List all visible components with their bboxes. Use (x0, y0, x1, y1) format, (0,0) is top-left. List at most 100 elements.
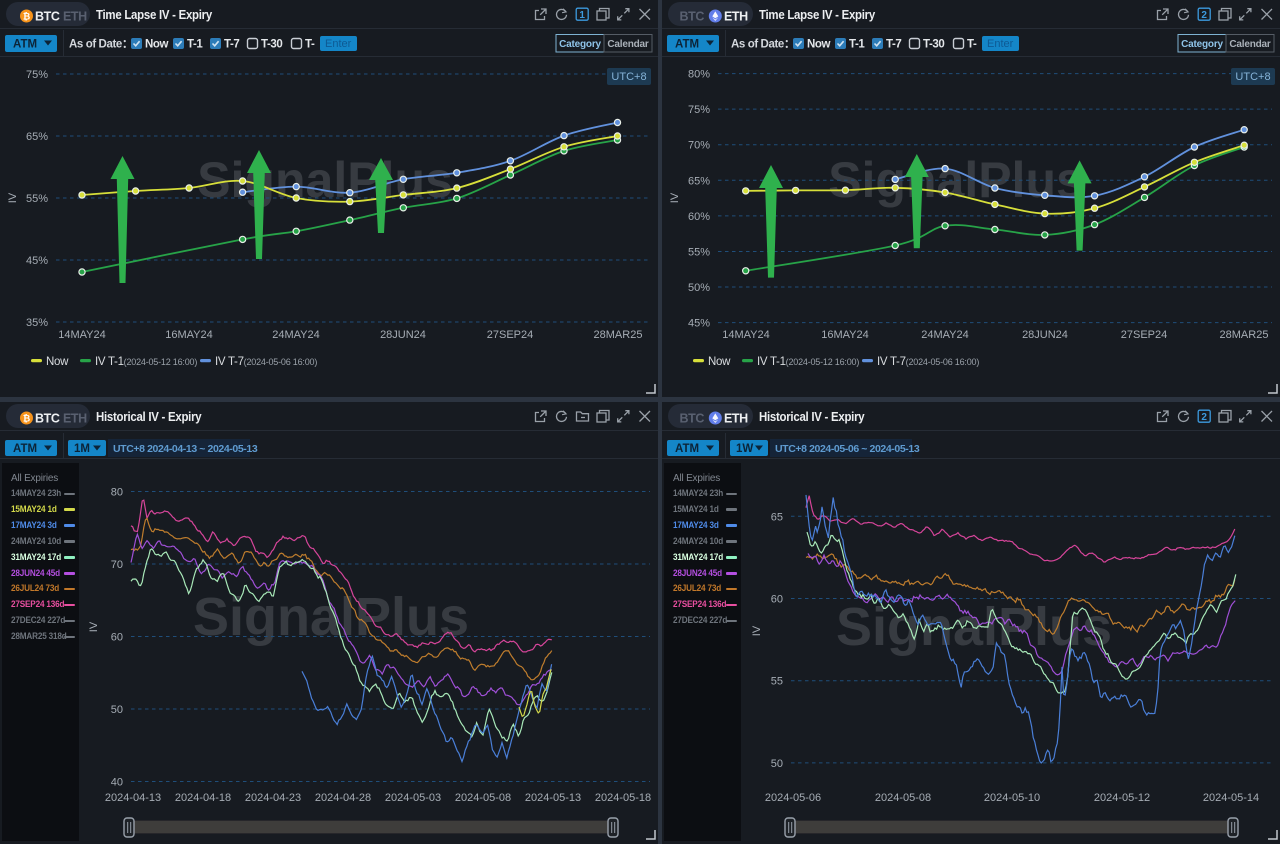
svg-text:T-: T- (305, 39, 315, 51)
svg-text:14MAY24: 14MAY24 (58, 329, 106, 341)
svg-text:ETH: ETH (63, 10, 87, 24)
svg-text:IV: IV (751, 625, 763, 636)
svg-text:2024-05-13: 2024-05-13 (525, 792, 581, 804)
svg-text:T-1: T-1 (849, 39, 865, 51)
svg-text:28MAR25: 28MAR25 (1220, 329, 1269, 341)
svg-text:27SEP24: 27SEP24 (487, 329, 533, 341)
svg-text:70%: 70% (688, 140, 710, 152)
svg-text:ATM: ATM (13, 443, 37, 455)
svg-text:Calendar: Calendar (607, 39, 649, 50)
svg-text:T-7: T-7 (224, 39, 239, 51)
svg-text:2024-05-14: 2024-05-14 (1203, 792, 1259, 804)
svg-text:14MAY24: 14MAY24 (722, 329, 770, 341)
svg-text:Enter: Enter (987, 38, 1014, 50)
svg-text:SignalPlus: SignalPlus (836, 597, 1112, 657)
svg-text:IV T-7(2024-05-06 16:00): IV T-7(2024-05-06 16:00) (877, 356, 979, 368)
svg-text:2024-04-18: 2024-04-18 (175, 792, 231, 804)
svg-text:75%: 75% (26, 69, 48, 81)
svg-text:IV: IV (669, 192, 681, 203)
svg-text:Historical IV - Expiry: Historical IV - Expiry (759, 409, 865, 424)
svg-text:2024-05-03: 2024-05-03 (385, 792, 441, 804)
svg-text:75%: 75% (688, 104, 710, 116)
svg-text:ETH: ETH (724, 10, 748, 24)
svg-text:2024-04-28: 2024-04-28 (315, 792, 371, 804)
svg-text:Calendar: Calendar (1229, 39, 1271, 50)
svg-text:45%: 45% (688, 318, 710, 330)
svg-text:1W: 1W (736, 443, 753, 455)
svg-text:2024-05-12: 2024-05-12 (1094, 792, 1150, 804)
svg-text:60: 60 (771, 594, 783, 606)
svg-text:T-7: T-7 (886, 39, 901, 51)
svg-text:UTC+8: UTC+8 (1235, 71, 1270, 83)
svg-text:ATM: ATM (675, 39, 699, 51)
svg-text:IV: IV (88, 621, 100, 632)
svg-text:35%: 35% (26, 317, 48, 329)
svg-text:16MAY24: 16MAY24 (165, 329, 213, 341)
svg-text:As of Date：: As of Date： (69, 39, 133, 51)
svg-text:2024-04-23: 2024-04-23 (245, 792, 301, 804)
svg-text:T-1: T-1 (187, 39, 203, 51)
svg-text:24MAY24: 24MAY24 (921, 329, 969, 341)
svg-text:ETH: ETH (724, 412, 748, 426)
svg-text:Time Lapse IV - Expiry: Time Lapse IV - Expiry (96, 7, 212, 22)
svg-text:Now: Now (145, 39, 169, 51)
svg-text:50: 50 (771, 758, 783, 770)
svg-text:2: 2 (1201, 412, 1207, 423)
svg-text:55: 55 (771, 676, 783, 688)
svg-text:IV T-1(2024-05-12 16:00): IV T-1(2024-05-12 16:00) (757, 356, 859, 368)
svg-text:Time Lapse IV - Expiry: Time Lapse IV - Expiry (759, 7, 875, 22)
svg-text:Now: Now (46, 356, 69, 368)
svg-text:BTC: BTC (680, 412, 705, 426)
svg-text:Now: Now (708, 356, 731, 368)
svg-text:65: 65 (771, 511, 783, 523)
svg-text:BTC: BTC (35, 412, 60, 426)
svg-text:2024-04-13: 2024-04-13 (105, 792, 161, 804)
svg-text:IV T-7(2024-05-06 16:00): IV T-7(2024-05-06 16:00) (215, 356, 317, 368)
svg-text:60%: 60% (688, 211, 710, 223)
svg-text:Category: Category (1181, 39, 1223, 50)
svg-text:Historical IV - Expiry: Historical IV - Expiry (96, 409, 202, 424)
svg-text:50%: 50% (688, 282, 710, 294)
svg-text:27SEP24: 27SEP24 (1121, 329, 1167, 341)
svg-text:80%: 80% (688, 69, 710, 81)
svg-text:IV T-1(2024-05-12 16:00): IV T-1(2024-05-12 16:00) (95, 356, 197, 368)
svg-text:70: 70 (111, 559, 123, 571)
svg-text:28JUN24: 28JUN24 (380, 329, 426, 341)
svg-text:45%: 45% (26, 255, 48, 267)
svg-text:UTC+8 2024-04-13 ~ 2024-05-13: UTC+8 2024-04-13 ~ 2024-05-13 (113, 443, 258, 455)
svg-text:Category: Category (559, 39, 601, 50)
svg-text:28MAR25: 28MAR25 (594, 329, 643, 341)
svg-text:Enter: Enter (325, 38, 352, 50)
svg-text:80: 80 (111, 487, 123, 499)
svg-text:ETH: ETH (63, 412, 87, 426)
svg-text:60: 60 (111, 632, 123, 644)
svg-text:2024-05-08: 2024-05-08 (875, 792, 931, 804)
svg-text:1: 1 (579, 10, 585, 21)
svg-text:65%: 65% (26, 131, 48, 143)
svg-text:2024-05-10: 2024-05-10 (984, 792, 1040, 804)
svg-text:2: 2 (1201, 10, 1207, 21)
svg-text:16MAY24: 16MAY24 (821, 329, 869, 341)
svg-text:₿: ₿ (23, 413, 30, 423)
svg-text:UTC+8: UTC+8 (611, 71, 646, 83)
svg-text:1M: 1M (74, 443, 90, 455)
svg-text:BTC: BTC (35, 10, 60, 24)
svg-text:65%: 65% (688, 175, 710, 187)
svg-text:Now: Now (807, 39, 831, 51)
svg-text:55%: 55% (26, 193, 48, 205)
svg-text:T-30: T-30 (261, 39, 282, 51)
svg-text:BTC: BTC (680, 10, 705, 24)
svg-text:T-30: T-30 (923, 39, 944, 51)
svg-text:UTC+8 2024-05-06 ~ 2024-05-13: UTC+8 2024-05-06 ~ 2024-05-13 (775, 443, 920, 455)
svg-text:2024-05-06: 2024-05-06 (765, 792, 821, 804)
svg-text:28JUN24: 28JUN24 (1022, 329, 1068, 341)
svg-text:2024-05-08: 2024-05-08 (455, 792, 511, 804)
svg-text:ATM: ATM (13, 39, 37, 51)
svg-text:As of Date：: As of Date： (731, 39, 795, 51)
svg-text:IV: IV (7, 192, 19, 203)
svg-text:50: 50 (111, 704, 123, 716)
svg-text:24MAY24: 24MAY24 (272, 329, 320, 341)
svg-text:ATM: ATM (675, 443, 699, 455)
svg-text:55%: 55% (688, 246, 710, 258)
svg-text:40: 40 (111, 777, 123, 789)
